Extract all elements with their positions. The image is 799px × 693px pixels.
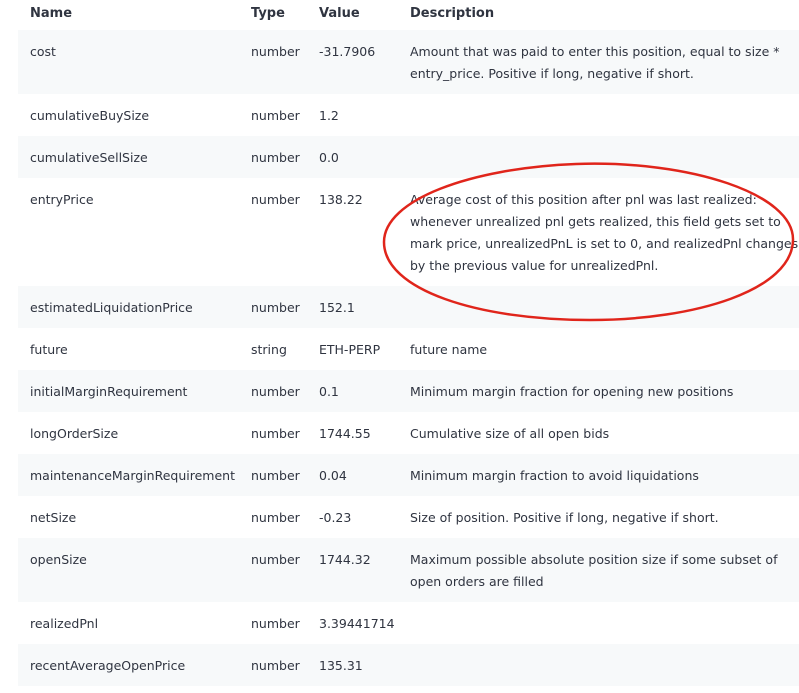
header-value: Value [319, 6, 360, 21]
header-description: Description [410, 6, 495, 21]
field-name: entryPrice [30, 192, 94, 207]
field-name: realizedPnl [30, 616, 99, 631]
table-row: recentAverageOpenPrice number 135.31 [18, 644, 799, 686]
field-description: Cumulative size of all open bids [410, 426, 610, 441]
field-type: number [251, 644, 319, 686]
field-value: -31.7906 [319, 30, 410, 94]
field-value: 152.1 [319, 286, 410, 328]
table-row: maintenanceMarginRequirement number 0.04… [18, 454, 799, 496]
table-row: initialMarginRequirement number 0.1 Mini… [18, 370, 799, 412]
fields-table: Name Type Value Description cost number … [18, 0, 799, 686]
field-description [410, 644, 799, 686]
field-value: 1744.32 [319, 538, 410, 602]
field-description [410, 136, 799, 178]
field-description [410, 602, 799, 644]
field-description [410, 286, 799, 328]
field-type: number [251, 30, 319, 94]
field-type: number [251, 454, 319, 496]
field-value: 1.2 [319, 108, 339, 123]
table-row: openSize number 1744.32 Maximum possible… [18, 538, 799, 602]
field-description: Maximum possible absolute position size … [410, 538, 799, 602]
field-type: number [251, 616, 300, 631]
field-value: 138.22 [319, 192, 363, 207]
field-name: longOrderSize [30, 426, 119, 441]
field-name: estimatedLiquidationPrice [18, 286, 251, 328]
field-type: number [251, 510, 300, 525]
table-row: entryPrice number 138.22 Average cost of… [18, 178, 799, 286]
field-type: number [251, 370, 319, 412]
field-type: number [251, 538, 319, 602]
field-name: openSize [18, 538, 251, 602]
field-description: Size of position. Positive if long, nega… [410, 510, 719, 525]
field-name: cost [18, 30, 251, 94]
field-type: number [251, 192, 300, 207]
field-value: 1744.55 [319, 426, 371, 441]
header-type: Type [251, 6, 285, 21]
field-description: Amount that was paid to enter this posit… [410, 30, 799, 94]
field-name: recentAverageOpenPrice [18, 644, 251, 686]
field-value: 0.1 [319, 370, 410, 412]
field-type: number [251, 136, 319, 178]
table-row: cumulativeBuySize number 1.2 [18, 94, 799, 136]
table-row: realizedPnl number 3.39441714 [18, 602, 799, 644]
table-body: cost number -31.7906 Amount that was pai… [18, 30, 799, 686]
table-row: cumulativeSellSize number 0.0 [18, 136, 799, 178]
field-description: future name [410, 342, 488, 357]
field-value: 3.39441714 [319, 616, 395, 631]
table-row: estimatedLiquidationPrice number 152.1 [18, 286, 799, 328]
field-name: cumulativeSellSize [18, 136, 251, 178]
table-row: longOrderSize number 1744.55 Cumulative … [18, 412, 799, 454]
field-description: Minimum margin fraction for opening new … [410, 370, 799, 412]
field-type: number [251, 426, 300, 441]
table-row: future string ETH-PERP future name [18, 328, 799, 370]
field-value: -0.23 [319, 510, 352, 525]
header-name: Name [30, 6, 73, 21]
fields-table-container: Name Type Value Description cost number … [18, 0, 799, 686]
field-name: future [30, 342, 68, 357]
field-name: netSize [30, 510, 77, 525]
field-type: string [251, 342, 287, 357]
field-description: Average cost of this position after pnl … [410, 192, 799, 273]
field-name: initialMarginRequirement [18, 370, 251, 412]
table-row: netSize number -0.23 Size of position. P… [18, 496, 799, 538]
table-row: cost number -31.7906 Amount that was pai… [18, 30, 799, 94]
field-value: 0.04 [319, 454, 410, 496]
field-value: 0.0 [319, 136, 410, 178]
table-header-row: Name Type Value Description [18, 0, 799, 30]
field-name: cumulativeBuySize [30, 108, 150, 123]
field-value: ETH-PERP [319, 342, 381, 357]
field-description: Minimum margin fraction to avoid liquida… [410, 454, 799, 496]
field-name: maintenanceMarginRequirement [18, 454, 251, 496]
field-description [410, 94, 799, 136]
field-value: 135.31 [319, 644, 410, 686]
field-type: number [251, 286, 319, 328]
field-type: number [251, 108, 300, 123]
